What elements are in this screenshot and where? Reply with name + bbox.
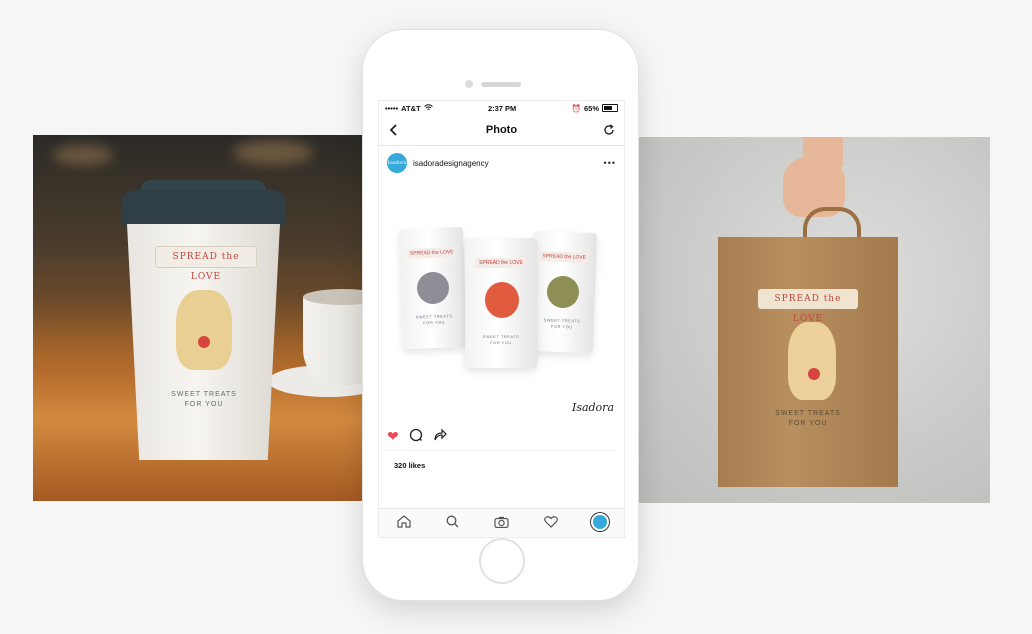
like-count[interactable]: 320 likes bbox=[379, 451, 624, 480]
cup-banner-text: SPREAD the LOVE bbox=[172, 252, 240, 282]
heart-outline-icon[interactable] bbox=[541, 515, 561, 531]
phone-mockup: ••••• AT&T 2:37 PM ⏰ 65% Photo Isadora i… bbox=[363, 30, 638, 600]
candy-pouch-center: SPREAD the LOVE SWEET TREATS FOR YOU bbox=[465, 238, 537, 368]
avatar[interactable]: Isadora bbox=[387, 153, 407, 173]
username-link[interactable]: isadoradesignagency bbox=[413, 159, 598, 168]
pouch-tagline: SWEET TREATS FOR YOU bbox=[536, 317, 588, 331]
giraffe-illustration bbox=[788, 322, 836, 400]
front-camera bbox=[465, 80, 473, 88]
bag-tagline-line1: SWEET TREATS bbox=[775, 410, 841, 417]
giraffe-illustration bbox=[176, 290, 232, 370]
post-image[interactable]: SPREAD the LOVE SWEET TREATS FOR YOU SPR… bbox=[379, 180, 624, 422]
earpiece-speaker bbox=[481, 82, 521, 87]
home-icon[interactable] bbox=[394, 515, 414, 531]
camera-icon[interactable] bbox=[492, 516, 512, 531]
profile-tab[interactable] bbox=[590, 512, 610, 534]
pouch-tagline: SWEET TREATS FOR YOU bbox=[408, 313, 460, 327]
kraft-bag: SPREAD the LOVE SWEET TREATS FOR YOU bbox=[718, 237, 898, 487]
search-icon[interactable] bbox=[443, 515, 463, 531]
bottom-tab-bar bbox=[379, 508, 624, 537]
chevron-left-icon[interactable] bbox=[387, 123, 401, 137]
comment-icon[interactable] bbox=[409, 428, 423, 444]
nav-bar: Photo bbox=[379, 115, 624, 146]
pouch-banner: SPREAD the LOVE bbox=[407, 247, 456, 259]
coffee-mug bbox=[303, 295, 363, 385]
pouch-banner: SPREAD the LOVE bbox=[540, 251, 589, 263]
refresh-icon[interactable] bbox=[602, 123, 616, 137]
heart-icon[interactable]: ❤ bbox=[387, 429, 399, 443]
bokeh-light bbox=[233, 140, 313, 165]
instagram-screen: ••••• AT&T 2:37 PM ⏰ 65% Photo Isadora i… bbox=[378, 100, 625, 538]
battery-icon bbox=[602, 104, 618, 112]
pouch-banner: SPREAD the LOVE bbox=[475, 258, 527, 268]
battery-percent: 65% bbox=[583, 103, 599, 113]
bag-tagline-line2: FOR YOU bbox=[788, 420, 828, 427]
carrier-label: AT&T bbox=[401, 103, 421, 113]
cup-banner: SPREAD the LOVE bbox=[155, 246, 257, 282]
bokeh-light bbox=[53, 145, 113, 165]
post-header: Isadora isadoradesignagency ••• bbox=[379, 146, 624, 180]
cup-tagline: SWEET TREATS FOR YOU bbox=[159, 390, 249, 410]
dinosaur-illustration bbox=[546, 275, 580, 309]
share-icon[interactable] bbox=[433, 428, 447, 444]
page-title: Photo bbox=[485, 124, 518, 136]
more-options-icon[interactable]: ••• bbox=[604, 158, 616, 168]
paper-cup: SPREAD the LOVE SWEET TREATS FOR YOU bbox=[121, 180, 286, 460]
clock: 2:37 PM bbox=[487, 103, 517, 113]
brand-signature: Isadora bbox=[571, 401, 614, 414]
signal-indicator: ••••• bbox=[385, 103, 399, 113]
hippo-illustration bbox=[416, 271, 450, 305]
coffee-cup-photo: SPREAD the LOVE SWEET TREATS FOR YOU bbox=[33, 135, 363, 501]
profile-avatar-icon bbox=[590, 512, 609, 531]
cup-lid bbox=[121, 190, 286, 226]
octopus-illustration bbox=[485, 282, 519, 318]
cup-tagline-line2: FOR YOU bbox=[184, 401, 224, 408]
candy-pouch-left: SPREAD the LOVE SWEET TREATS FOR YOU bbox=[398, 226, 468, 350]
alarm-icon: ⏰ bbox=[571, 103, 581, 113]
bag-tagline: SWEET TREATS FOR YOU bbox=[763, 409, 853, 429]
paper-bag-photo: SPREAD the LOVE SWEET TREATS FOR YOU bbox=[638, 137, 990, 503]
wifi-icon bbox=[423, 103, 433, 113]
home-button[interactable] bbox=[479, 538, 525, 584]
pouch-tagline: SWEET TREATS FOR YOU bbox=[475, 334, 527, 346]
status-bar: ••••• AT&T 2:37 PM ⏰ 65% bbox=[379, 101, 624, 115]
post-actions: ❤ bbox=[379, 422, 624, 450]
cup-tagline-line1: SWEET TREATS bbox=[171, 391, 237, 398]
avatar-label: Isadora bbox=[387, 160, 407, 166]
bag-banner: SPREAD the LOVE bbox=[758, 289, 858, 324]
pouch-tagline-line2: FOR YOU bbox=[490, 340, 512, 345]
candy-pouch-right: SPREAD the LOVE SWEET TREATS FOR YOU bbox=[528, 230, 598, 354]
